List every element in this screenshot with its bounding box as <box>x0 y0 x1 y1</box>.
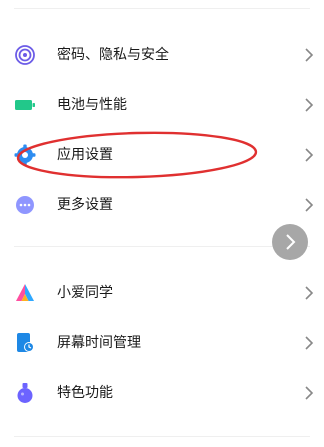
chevron-right-icon <box>286 234 296 250</box>
chevron-right-icon <box>305 198 314 212</box>
more-dots-icon <box>16 196 34 214</box>
group-divider <box>14 246 310 247</box>
chevron-right-icon <box>305 48 314 62</box>
feature-potion-icon <box>17 383 33 403</box>
settings-item-label: 电池与性能 <box>57 97 127 113</box>
settings-item-app-settings[interactable]: 应用设置 <box>0 131 324 181</box>
chevron-right-icon <box>305 286 314 300</box>
app-gear-icon <box>14 144 36 166</box>
xiaoai-icon <box>16 284 34 301</box>
settings-item-label: 更多设置 <box>57 197 113 213</box>
floating-expand-button[interactable] <box>272 224 308 260</box>
chevron-right-icon <box>305 148 314 162</box>
settings-item-special-features[interactable]: 特色功能 <box>0 369 324 419</box>
settings-item-label: 屏幕时间管理 <box>57 335 141 351</box>
top-divider <box>14 8 310 9</box>
screen-time-icon <box>17 333 34 352</box>
settings-item-label: 应用设置 <box>57 147 113 163</box>
settings-item-label: 密码、隐私与安全 <box>57 47 169 63</box>
settings-item-label: 小爱同学 <box>57 285 113 301</box>
settings-item-label: 特色功能 <box>57 385 113 401</box>
settings-item-xiaoai[interactable]: 小爱同学 <box>0 269 324 319</box>
chevron-right-icon <box>305 386 314 400</box>
battery-icon <box>15 100 35 110</box>
settings-item-screen-time[interactable]: 屏幕时间管理 <box>0 319 324 369</box>
chevron-right-icon <box>305 336 314 350</box>
chevron-right-icon <box>305 98 314 112</box>
settings-item-privacy-security[interactable]: 密码、隐私与安全 <box>0 31 324 81</box>
fingerprint-icon <box>15 45 35 65</box>
bottom-divider <box>14 436 310 437</box>
settings-item-battery-performance[interactable]: 电池与性能 <box>0 81 324 131</box>
